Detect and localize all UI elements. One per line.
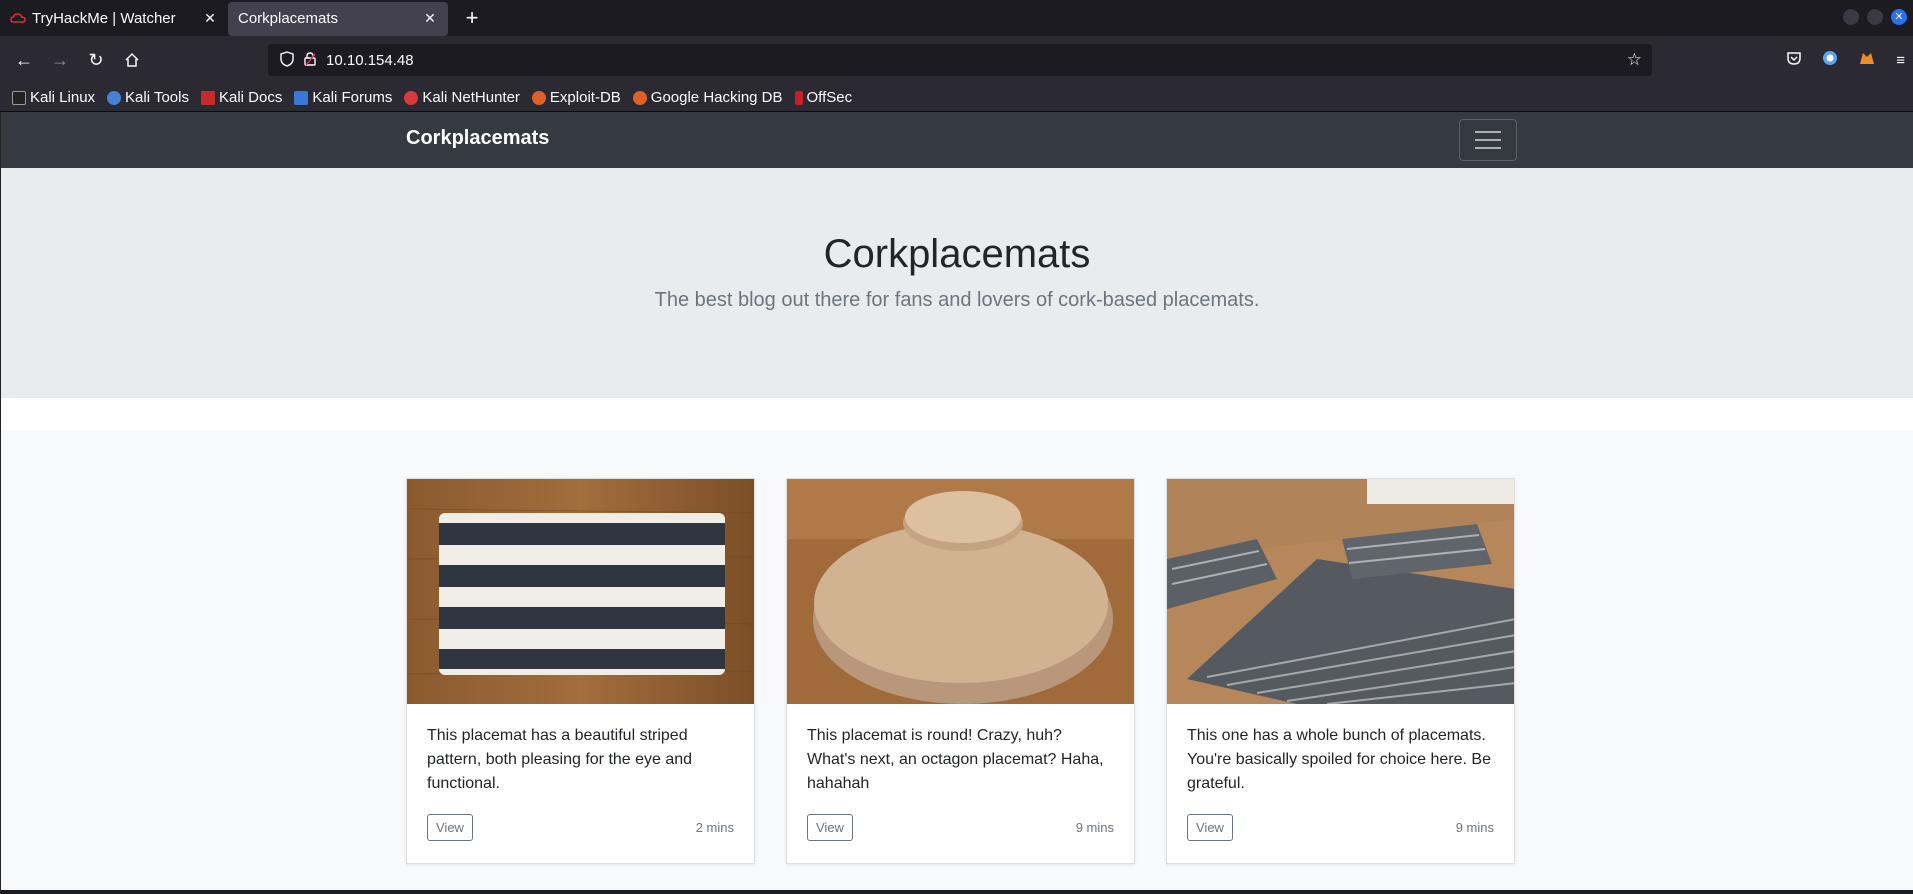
tab-corkplacemats[interactable]: Corkplacemats ✕ bbox=[228, 1, 448, 36]
nethunter-icon bbox=[404, 90, 419, 105]
read-time: 9 mins bbox=[1075, 820, 1114, 835]
tab-tryhackme[interactable]: TryHackMe | Watcher ✕ bbox=[0, 0, 228, 36]
bottom-edge bbox=[1, 890, 1913, 894]
firefox-account-icon[interactable] bbox=[1858, 50, 1876, 70]
view-button[interactable]: View bbox=[427, 814, 473, 841]
read-time: 9 mins bbox=[1455, 820, 1494, 835]
card-round: This placemat is round! Crazy, huh? What… bbox=[786, 478, 1135, 864]
card-text: This placemat has a beautiful striped pa… bbox=[427, 727, 693, 792]
card-text: This one has a whole bunch of placemats.… bbox=[1187, 727, 1491, 792]
kali-dragon-icon bbox=[12, 90, 26, 105]
card-striped: This placemat has a beautiful striped pa… bbox=[406, 478, 755, 864]
kali-docs-icon bbox=[200, 90, 215, 105]
lock-icon[interactable] bbox=[304, 51, 316, 69]
read-time: 2 mins bbox=[695, 820, 734, 835]
kali-tools-icon bbox=[107, 90, 122, 105]
card-bunch: This one has a whole bunch of placemats.… bbox=[1166, 478, 1515, 864]
bookmarks-toolbar: Kali Linux Kali Tools Kali Docs Kali For… bbox=[0, 84, 1913, 112]
placemat-set-image bbox=[1167, 479, 1514, 704]
close-tab-icon[interactable]: ✕ bbox=[202, 10, 218, 27]
round-cork-placemat-image bbox=[787, 479, 1134, 704]
minimize-button[interactable] bbox=[1843, 9, 1859, 25]
bookmark-kali-nethunter[interactable]: Kali NetHunter bbox=[404, 89, 520, 106]
exploit-db-icon bbox=[531, 90, 546, 105]
bookmark-offsec[interactable]: OffSec bbox=[794, 89, 852, 106]
new-tab-button[interactable]: + bbox=[454, 0, 490, 36]
view-button[interactable]: View bbox=[807, 814, 853, 841]
browser-toolbar: ← → ↻ 10.10.154.48 ☆ ≡ bbox=[0, 36, 1913, 84]
back-arrow-icon[interactable]: ← bbox=[6, 42, 42, 78]
maximize-button[interactable] bbox=[1867, 9, 1883, 25]
card-album: This placemat has a beautiful striped pa… bbox=[1, 430, 1913, 894]
shield-icon[interactable] bbox=[280, 50, 294, 70]
url-text: 10.10.154.48 bbox=[326, 51, 414, 69]
home-icon[interactable] bbox=[114, 42, 150, 78]
tab-title: TryHackMe | Watcher bbox=[32, 9, 176, 27]
view-button[interactable]: View bbox=[1187, 814, 1233, 841]
page-lead: The best blog out there for fans and lov… bbox=[654, 289, 1260, 311]
close-tab-icon[interactable]: ✕ bbox=[422, 10, 438, 27]
address-bar[interactable]: 10.10.154.48 ☆ bbox=[268, 44, 1652, 76]
forward-arrow-icon[interactable]: → bbox=[42, 42, 78, 78]
offsec-icon bbox=[794, 90, 803, 105]
bookmark-star-icon[interactable]: ☆ bbox=[1627, 50, 1642, 70]
striped-placemat-image bbox=[407, 479, 754, 704]
tryhackme-favicon-icon bbox=[10, 10, 26, 26]
browser-tab-strip: TryHackMe | Watcher ✕ Corkplacemats ✕ + … bbox=[0, 0, 1913, 36]
toolbar-right-icons: ≡ bbox=[1786, 36, 1905, 84]
card-text: This placemat is round! Crazy, huh? What… bbox=[807, 727, 1104, 792]
bookmark-kali-tools[interactable]: Kali Tools bbox=[107, 89, 189, 106]
extension-icon[interactable] bbox=[1822, 50, 1838, 70]
close-window-button[interactable]: ✕ bbox=[1891, 9, 1907, 25]
window-controls: ✕ bbox=[1843, 9, 1907, 25]
site-navbar: Corkplacemats bbox=[1, 112, 1913, 168]
bookmark-kali-docs[interactable]: Kali Docs bbox=[200, 89, 282, 106]
site-brand[interactable]: Corkplacemats bbox=[406, 127, 549, 150]
web-page: Corkplacemats Corkplacemats The best blo… bbox=[0, 112, 1913, 894]
tab-title: Corkplacemats bbox=[238, 10, 339, 27]
reload-icon[interactable]: ↻ bbox=[78, 42, 114, 78]
section-spacer bbox=[1, 398, 1913, 430]
bookmark-google-hacking-db[interactable]: Google Hacking DB bbox=[632, 89, 783, 106]
navbar-toggler-button[interactable] bbox=[1459, 119, 1517, 161]
bookmark-kali-forums[interactable]: Kali Forums bbox=[294, 89, 392, 106]
page-title: Corkplacemats bbox=[823, 232, 1091, 276]
bookmark-kali-linux[interactable]: Kali Linux bbox=[12, 89, 95, 106]
kali-forums-icon bbox=[294, 90, 309, 105]
hamburger-menu-icon[interactable]: ≡ bbox=[1896, 52, 1905, 69]
ghdb-icon bbox=[632, 90, 647, 105]
hero-section: Corkplacemats The best blog out there fo… bbox=[1, 168, 1913, 398]
bookmark-exploit-db[interactable]: Exploit-DB bbox=[531, 89, 621, 106]
pocket-icon[interactable] bbox=[1786, 51, 1802, 70]
